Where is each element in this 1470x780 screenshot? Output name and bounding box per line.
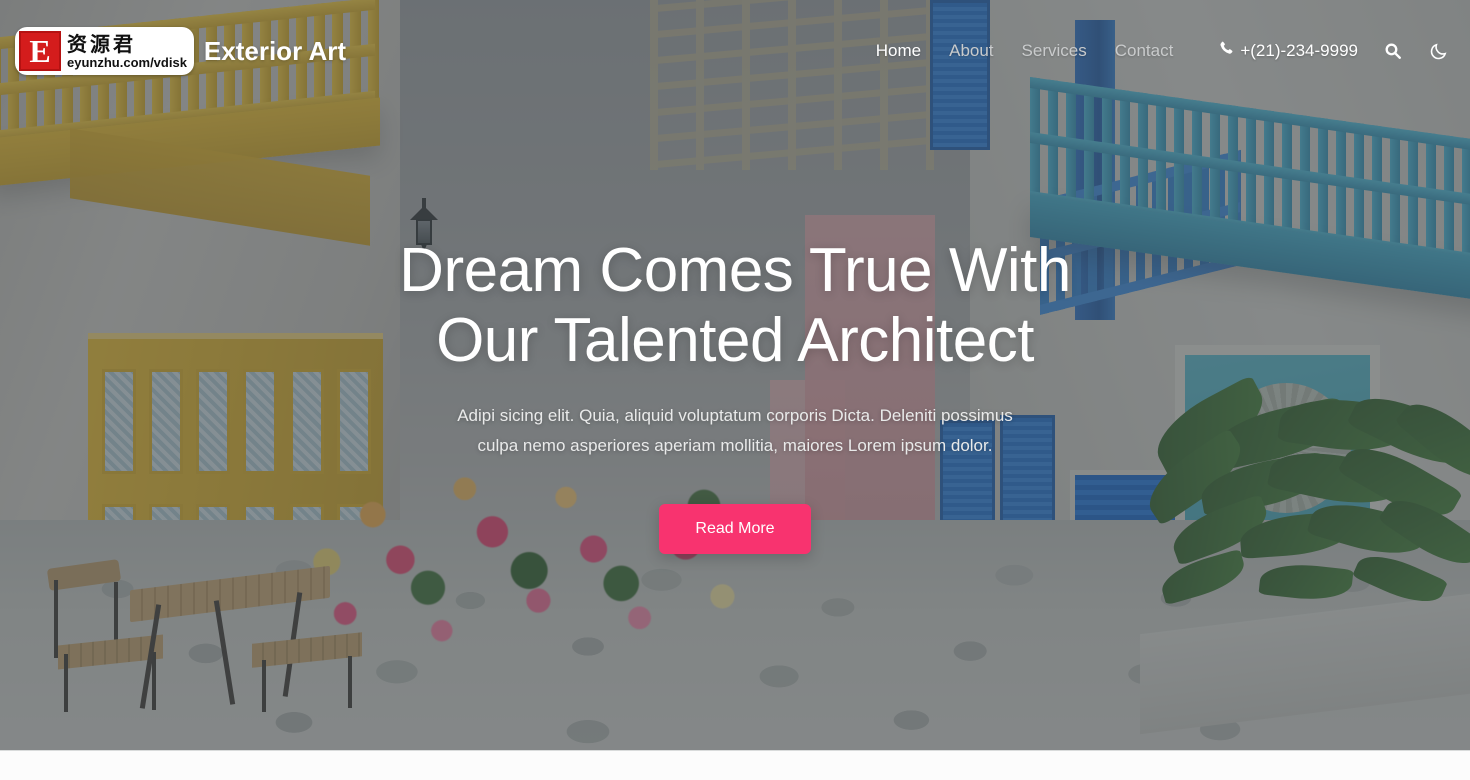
main-navigation: Home About Services Contact (876, 41, 1174, 61)
watermark-letter-icon: E (19, 31, 61, 71)
nav-item-home[interactable]: Home (876, 41, 921, 61)
phone-number: +(21)-234-9999 (1240, 41, 1358, 60)
phone-link[interactable]: +(21)-234-9999 (1219, 41, 1358, 61)
hero-heading-line-1: Dream Comes True With (399, 236, 1071, 306)
site-header: E 资源君 eyunzhu.com/vdisk Exterior Art Hom… (0, 0, 1470, 102)
watermark-url-text: eyunzhu.com/vdisk (67, 54, 187, 70)
nav-item-services[interactable]: Services (1022, 41, 1087, 61)
hero-heading-line-2: Our Talented Architect (436, 305, 1034, 375)
moon-icon[interactable] (1428, 40, 1450, 62)
read-more-button[interactable]: Read More (659, 503, 811, 554)
page-below-fold (0, 750, 1470, 780)
header-actions: +(21)-234-9999 (1219, 40, 1450, 62)
watermark-badge: E 资源君 eyunzhu.com/vdisk (15, 27, 194, 75)
brand-logo[interactable]: E 资源君 eyunzhu.com/vdisk Exterior Art (15, 27, 346, 75)
search-icon[interactable] (1382, 40, 1404, 62)
phone-icon (1219, 41, 1234, 61)
hero-paragraph: Adipi sicing elit. Quia, aliquid volupta… (457, 406, 1013, 456)
watermark-cn-text: 资源君 (67, 31, 136, 56)
brand-name: Exterior Art (203, 35, 346, 66)
nav-item-about[interactable]: About (949, 41, 993, 61)
page-title: Dream Comes True With Our Talented Archi… (399, 236, 1071, 375)
hero-content: Dream Comes True With Our Talented Archi… (0, 0, 1470, 750)
nav-item-contact[interactable]: Contact (1115, 41, 1174, 61)
hero-section: E 资源君 eyunzhu.com/vdisk Exterior Art Hom… (0, 0, 1470, 750)
